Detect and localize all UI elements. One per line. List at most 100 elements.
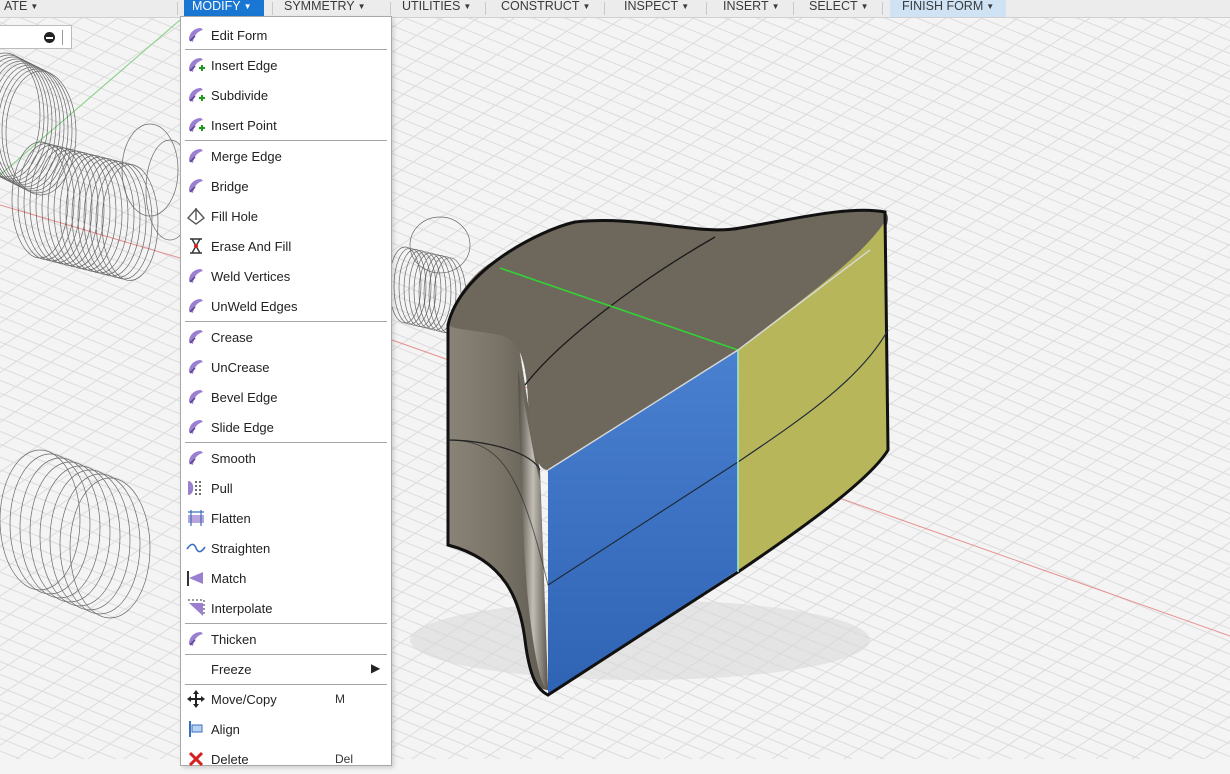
menu-item-merge-edge[interactable]: Merge Edge bbox=[181, 142, 391, 170]
chevron-down-icon: ▼ bbox=[771, 2, 780, 11]
menu-item-label: UnWeld Edges bbox=[211, 299, 298, 314]
align-icon bbox=[186, 719, 206, 739]
menu-separator bbox=[185, 654, 387, 655]
finish-form-button[interactable]: FINISH FORM ▼ bbox=[890, 0, 1006, 17]
menu-item-pull[interactable]: Pull bbox=[181, 474, 391, 502]
insert-menu-tab[interactable]: INSERT ▼ bbox=[719, 0, 784, 17]
menu-item-label: Smooth bbox=[211, 451, 256, 466]
menu-item-label: Align bbox=[211, 722, 240, 737]
thicken-icon bbox=[186, 629, 206, 649]
menu-item-label: Match bbox=[211, 571, 247, 586]
chevron-down-icon: ▼ bbox=[243, 2, 252, 11]
chevron-down-icon: ▼ bbox=[582, 2, 591, 11]
menu-item-thicken[interactable]: Thicken bbox=[181, 625, 391, 653]
toolbar-divider bbox=[793, 2, 794, 15]
menu-item-label: Freeze bbox=[211, 662, 252, 677]
toolbar-divider bbox=[390, 2, 391, 15]
menu-item-label: Insert Edge bbox=[211, 58, 278, 73]
browser-panel bbox=[0, 25, 72, 49]
menu-item-move-copy[interactable]: Move/Copy M bbox=[181, 685, 391, 713]
menu-item-erase-and-fill[interactable]: Erase And Fill bbox=[181, 232, 391, 260]
fill-hole-icon bbox=[186, 206, 206, 226]
menu-item-edit-form[interactable]: Edit Form bbox=[181, 21, 391, 49]
menu-item-crease[interactable]: Crease bbox=[181, 323, 391, 351]
select-menu-tab[interactable]: SELECT ▼ bbox=[805, 0, 873, 17]
toolbar-divider bbox=[485, 2, 486, 15]
interpolate-icon bbox=[186, 598, 206, 618]
menu-item-label: Weld Vertices bbox=[211, 269, 291, 284]
menu-item-label: Fill Hole bbox=[211, 209, 258, 224]
menu-item-subdivide[interactable]: Subdivide bbox=[181, 81, 391, 109]
menu-item-label: Merge Edge bbox=[211, 149, 282, 164]
menu-item-insert-point[interactable]: Insert Point bbox=[181, 111, 391, 139]
menu-item-label: UnCrease bbox=[211, 360, 270, 375]
menu-item-insert-edge[interactable]: Insert Edge bbox=[181, 51, 391, 79]
chevron-down-icon: ▼ bbox=[357, 2, 366, 11]
edit-form-icon bbox=[186, 25, 206, 45]
menu-item-shortcut: Del bbox=[335, 752, 354, 766]
modify-menu-tab[interactable]: MODIFY ▼ bbox=[184, 0, 264, 17]
construct-menu-tab[interactable]: CONSTRUCT ▼ bbox=[497, 0, 594, 17]
chevron-down-icon: ▼ bbox=[860, 2, 869, 11]
menu-item-bridge[interactable]: Bridge bbox=[181, 172, 391, 200]
panel-divider bbox=[62, 30, 63, 45]
menu-item-uncrease[interactable]: UnCrease bbox=[181, 353, 391, 381]
toolbar-divider bbox=[272, 2, 273, 15]
chevron-right-icon: ▶ bbox=[371, 661, 381, 675]
menu-item-slide-edge[interactable]: Slide Edge bbox=[181, 413, 391, 441]
menu-item-unweld-edges[interactable]: UnWeld Edges bbox=[181, 292, 391, 320]
menu-item-label: Straighten bbox=[211, 541, 271, 556]
menu-item-label: Crease bbox=[211, 330, 253, 345]
chevron-down-icon: ▼ bbox=[681, 2, 690, 11]
menu-item-shortcut: M bbox=[335, 692, 345, 706]
insert-point-icon bbox=[186, 115, 206, 135]
smooth-icon bbox=[186, 448, 206, 468]
menu-item-label: Edit Form bbox=[211, 28, 268, 43]
menu-separator bbox=[185, 684, 387, 685]
menu-item-label: Flatten bbox=[211, 511, 251, 526]
pull-icon bbox=[186, 478, 206, 498]
toolbar-divider bbox=[706, 2, 707, 15]
menu-item-straighten[interactable]: Straighten bbox=[181, 534, 391, 562]
erase-and-fill-icon bbox=[186, 236, 206, 256]
menu-item-flatten[interactable]: Flatten bbox=[181, 504, 391, 532]
bridge-icon bbox=[186, 176, 206, 196]
menu-item-freeze[interactable]: Freeze ▶ bbox=[181, 655, 391, 683]
menu-item-weld-vertices[interactable]: Weld Vertices bbox=[181, 262, 391, 290]
collapse-icon[interactable] bbox=[44, 32, 55, 43]
chevron-down-icon: ▼ bbox=[463, 2, 472, 11]
symmetry-menu-tab[interactable]: SYMMETRY ▼ bbox=[280, 0, 370, 17]
create-menu-tab[interactable]: ATE ▼ bbox=[0, 0, 42, 17]
menu-item-label: Bridge bbox=[211, 179, 249, 194]
menu-item-label: Subdivide bbox=[211, 88, 269, 103]
utilities-menu-tab[interactable]: UTILITIES ▼ bbox=[398, 0, 475, 17]
menu-item-align[interactable]: Align bbox=[181, 715, 391, 743]
delete-icon bbox=[186, 749, 206, 769]
menu-item-label: Slide Edge bbox=[211, 420, 274, 435]
menu-separator bbox=[185, 49, 387, 50]
insert-edge-icon bbox=[186, 55, 206, 75]
crease-icon bbox=[186, 327, 206, 347]
menu-item-smooth[interactable]: Smooth bbox=[181, 444, 391, 472]
chevron-down-icon: ▼ bbox=[986, 2, 995, 11]
menu-separator bbox=[185, 140, 387, 141]
unweld-edges-icon bbox=[186, 296, 206, 316]
uncrease-icon bbox=[186, 357, 206, 377]
weld-vertices-icon bbox=[186, 266, 206, 286]
toolbar-divider bbox=[604, 2, 605, 15]
move-copy-icon bbox=[186, 689, 206, 709]
inspect-menu-tab[interactable]: INSPECT ▼ bbox=[620, 0, 693, 17]
menu-separator bbox=[185, 321, 387, 322]
menu-item-label: Interpolate bbox=[211, 601, 273, 616]
menu-item-label: Bevel Edge bbox=[211, 390, 278, 405]
menu-item-match[interactable]: Match bbox=[181, 564, 391, 592]
menu-item-bevel-edge[interactable]: Bevel Edge bbox=[181, 383, 391, 411]
straighten-icon bbox=[186, 538, 206, 558]
menu-item-delete[interactable]: Delete Del bbox=[181, 745, 391, 773]
menu-item-label: Erase And Fill bbox=[211, 239, 292, 254]
menu-item-fill-hole[interactable]: Fill Hole bbox=[181, 202, 391, 230]
menu-separator bbox=[185, 442, 387, 443]
menu-separator bbox=[185, 623, 387, 624]
menu-item-interpolate[interactable]: Interpolate bbox=[181, 594, 391, 622]
toolbar-divider bbox=[882, 2, 883, 15]
